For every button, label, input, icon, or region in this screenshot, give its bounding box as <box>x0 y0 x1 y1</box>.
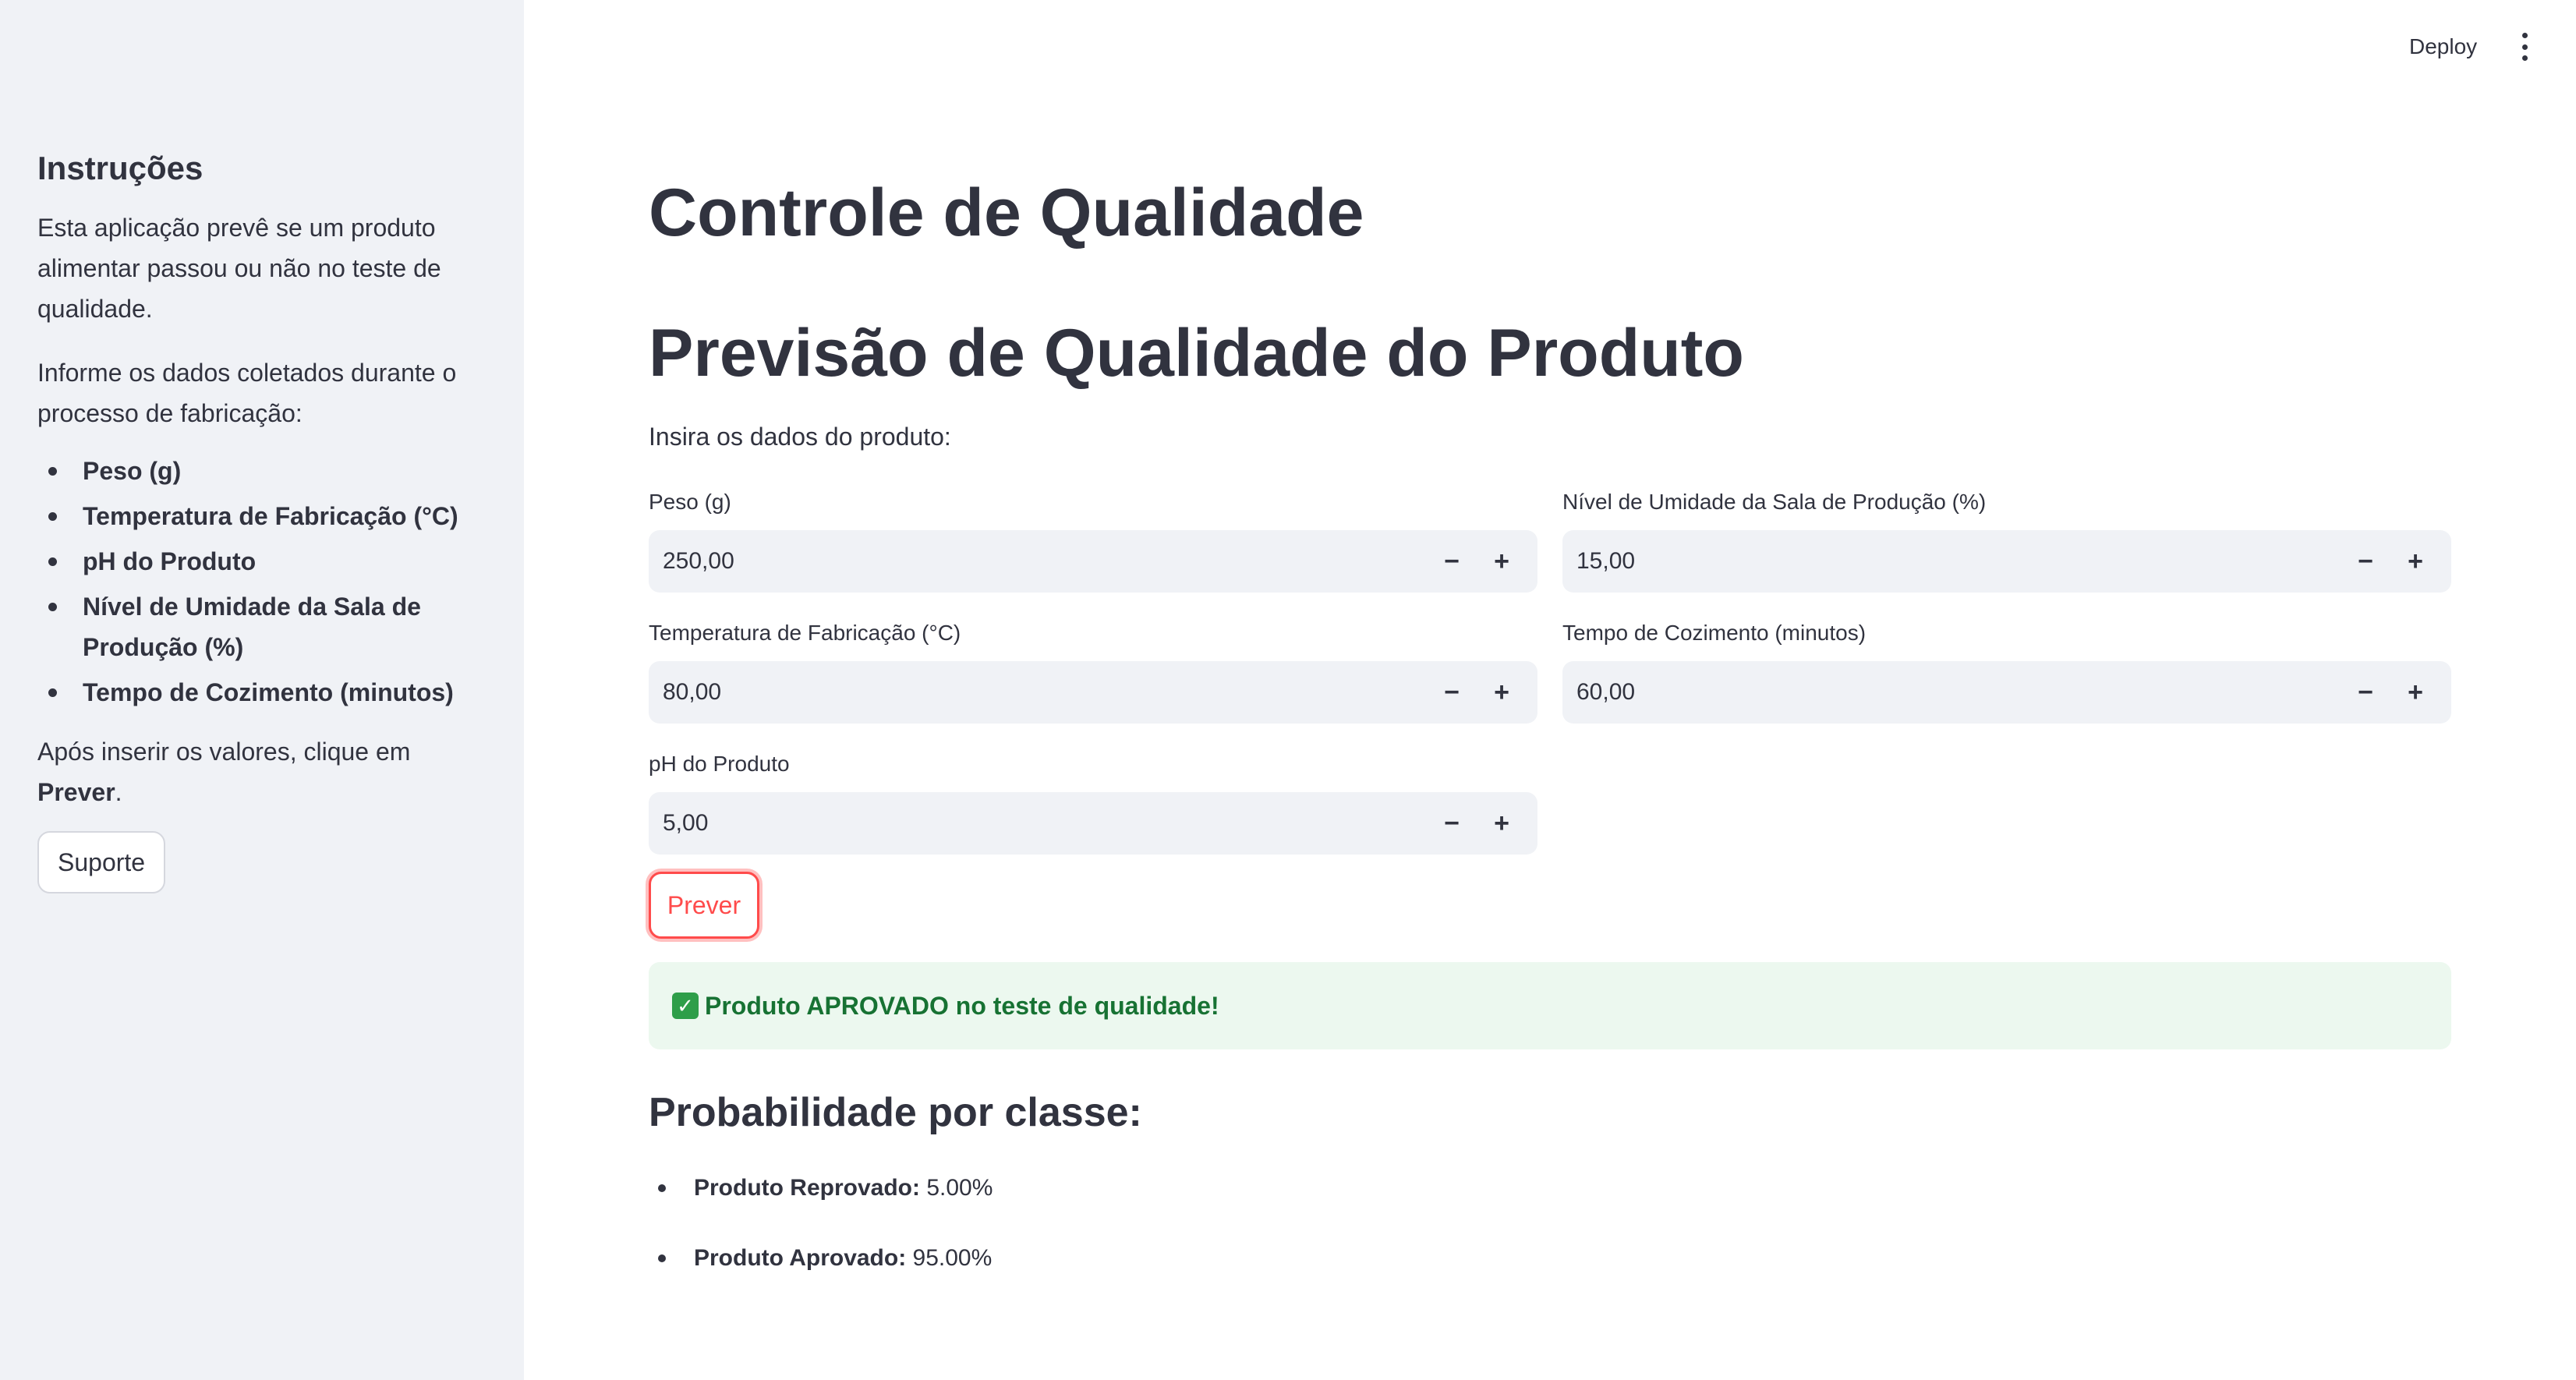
temperatura-decrement-button[interactable]: − <box>1427 661 1477 724</box>
probability-label: Produto Reprovado: <box>694 1175 920 1201</box>
tempo-field: Tempo de Cozimento (minutos) − + <box>1562 617 2451 724</box>
peso-field: Peso (g) − + <box>649 487 1537 593</box>
ph-decrement-button[interactable]: − <box>1427 792 1477 855</box>
temperatura-input[interactable] <box>649 661 1350 724</box>
deploy-button[interactable]: Deploy <box>2409 30 2477 64</box>
support-button[interactable]: Suporte <box>37 831 166 893</box>
page-title: Controle de Qualidade <box>649 175 1364 250</box>
sidebar-field-list: Peso (g) Temperatura de Fabricação (°C) … <box>37 451 490 713</box>
list-item: Temperatura de Fabricação (°C) <box>37 496 490 536</box>
sidebar-hint-bold: Prever <box>37 778 115 806</box>
tempo-input[interactable] <box>1562 661 2264 724</box>
predict-button[interactable]: Prever <box>649 872 759 939</box>
probability-label: Produto Aprovado: <box>694 1245 907 1271</box>
vertical-ellipsis-icon[interactable] <box>2517 33 2532 61</box>
list-item: Nível de Umidade da Sala de Produção (%) <box>37 586 490 667</box>
success-alert: ✓ Produto APROVADO no teste de qualidade… <box>649 962 2451 1049</box>
umidade-input-box: − + <box>1562 530 2451 593</box>
temperatura-increment-button[interactable]: + <box>1477 661 1527 724</box>
umidade-field: Nível de Umidade da Sala de Produção (%)… <box>1562 487 2451 593</box>
peso-increment-button[interactable]: + <box>1477 530 1527 593</box>
tempo-increment-button[interactable]: + <box>2390 661 2440 724</box>
sidebar-content: Instruções Esta aplicação prevê se um pr… <box>37 145 490 893</box>
sidebar-instructions: Informe os dados coletados durante o pro… <box>37 359 457 427</box>
probability-value: 5.00% <box>926 1175 993 1201</box>
check-mark-icon: ✓ <box>672 993 699 1019</box>
page-subtitle: Previsão de Qualidade do Produto <box>649 316 1744 391</box>
sidebar: Instruções Esta aplicação prevê se um pr… <box>0 0 524 1380</box>
sidebar-hint-suffix: . <box>115 778 122 806</box>
list-item: Tempo de Cozimento (minutos) <box>37 672 490 713</box>
probability-value: 95.00% <box>912 1245 993 1271</box>
umidade-label: Nível de Umidade da Sala de Produção (%) <box>1562 490 1987 514</box>
list-item: Peso (g) <box>37 451 490 491</box>
tempo-input-box: − + <box>1562 661 2451 724</box>
list-item: Produto Aprovado: 95.00% <box>649 1237 993 1280</box>
sidebar-hint: Após inserir os valores, clique em Preve… <box>37 731 490 812</box>
umidade-increment-button[interactable]: + <box>2390 530 2440 593</box>
ph-increment-button[interactable]: + <box>1477 792 1527 855</box>
umidade-decrement-button[interactable]: − <box>2341 530 2390 593</box>
peso-input[interactable] <box>649 530 1350 593</box>
peso-input-box: − + <box>649 530 1537 593</box>
ph-field: pH do Produto − + <box>649 748 1537 855</box>
peso-decrement-button[interactable]: − <box>1427 530 1477 593</box>
sidebar-hint-prefix: Após inserir os valores, clique em <box>37 738 411 766</box>
list-item: Produto Reprovado: 5.00% <box>649 1166 993 1210</box>
temperatura-field: Temperatura de Fabricação (°C) − + <box>649 617 1537 724</box>
success-message: Produto APROVADO no teste de qualidade! <box>705 991 1219 1020</box>
sidebar-title: Instruções <box>37 150 203 186</box>
umidade-input[interactable] <box>1562 530 2264 593</box>
sidebar-description: Esta aplicação prevê se um produto alime… <box>37 214 441 323</box>
ph-label: pH do Produto <box>649 752 790 776</box>
ph-input[interactable] <box>649 792 1350 855</box>
list-item: pH do Produto <box>37 541 490 582</box>
temperatura-label: Temperatura de Fabricação (°C) <box>649 621 961 645</box>
ph-input-box: − + <box>649 792 1537 855</box>
temperatura-input-box: − + <box>649 661 1537 724</box>
probability-list: Produto Reprovado: 5.00% Produto Aprovad… <box>649 1166 993 1307</box>
tempo-label: Tempo de Cozimento (minutos) <box>1562 621 1867 645</box>
intro-text: Insira os dados do produto: <box>649 423 951 451</box>
tempo-decrement-button[interactable]: − <box>2341 661 2390 724</box>
probability-heading: Probabilidade por classe: <box>649 1090 1142 1135</box>
peso-label: Peso (g) <box>649 490 731 514</box>
